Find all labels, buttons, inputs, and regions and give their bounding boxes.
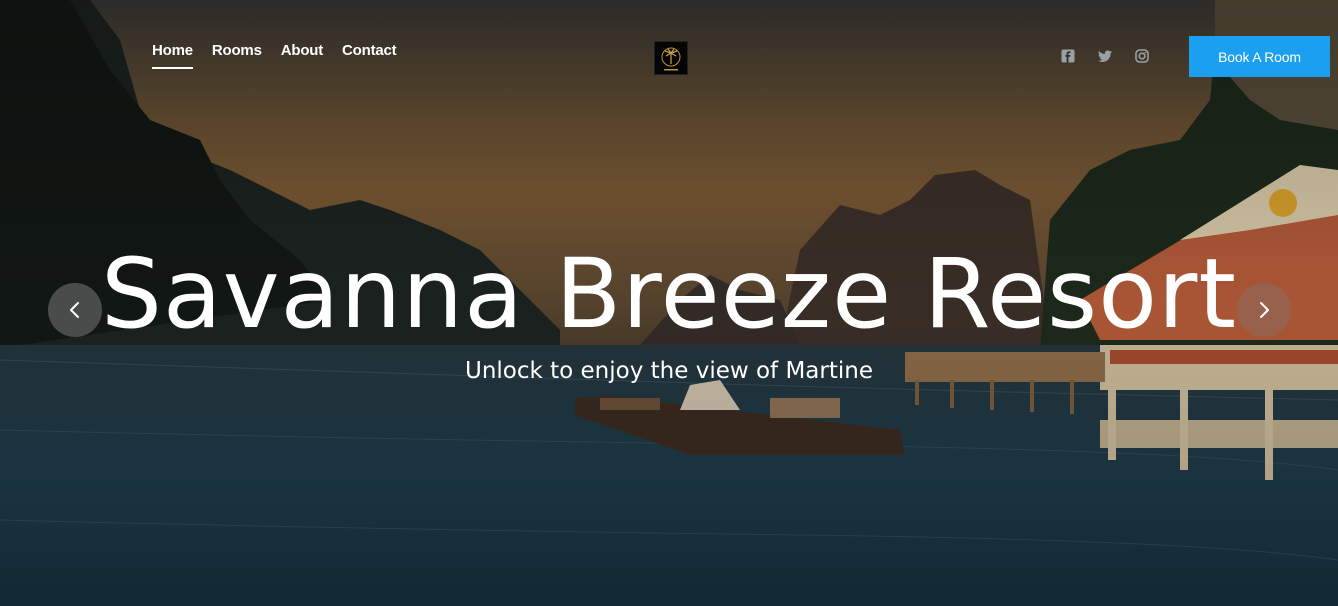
instagram-icon[interactable] bbox=[1134, 48, 1150, 64]
hero-title: Savanna Breeze Resort bbox=[100, 238, 1238, 350]
carousel-next-button[interactable] bbox=[1237, 283, 1291, 337]
nav-item-rooms[interactable]: Rooms bbox=[212, 42, 262, 69]
nav-item-contact[interactable]: Contact bbox=[342, 42, 397, 69]
nav-item-home[interactable]: Home bbox=[152, 42, 193, 69]
nav-item-about[interactable]: About bbox=[281, 42, 324, 69]
hero-slider: Home Rooms About Contact Book A Room Sav… bbox=[0, 0, 1338, 606]
social-links bbox=[1060, 48, 1150, 64]
twitter-icon[interactable] bbox=[1097, 48, 1113, 64]
facebook-icon[interactable] bbox=[1060, 48, 1076, 64]
main-nav: Home Rooms About Contact bbox=[152, 42, 397, 69]
carousel-prev-button[interactable] bbox=[48, 283, 102, 337]
chevron-left-icon bbox=[70, 302, 79, 318]
palm-tree-logo-icon[interactable] bbox=[654, 41, 688, 75]
chevron-right-icon bbox=[1260, 302, 1269, 318]
hero-subtitle: Unlock to enjoy the view of Martine bbox=[464, 358, 873, 384]
book-room-button[interactable]: Book A Room bbox=[1189, 36, 1330, 77]
